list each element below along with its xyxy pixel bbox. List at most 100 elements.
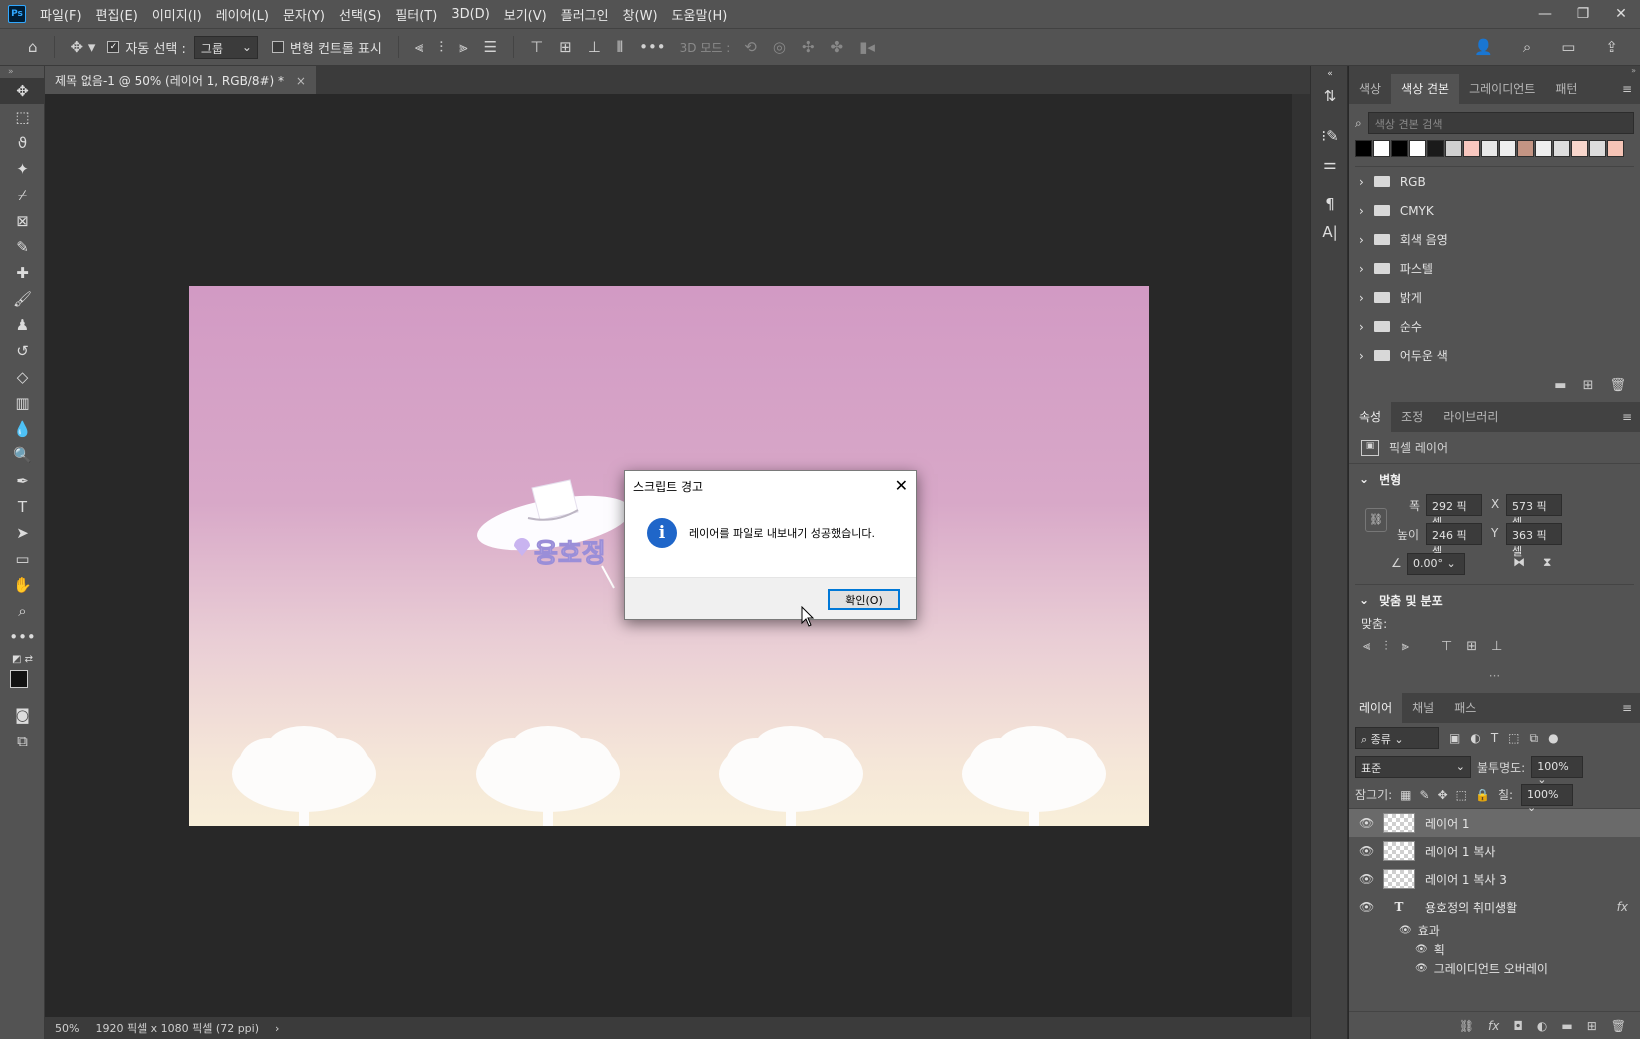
path-selection-tool-icon[interactable]: ➤	[0, 520, 45, 546]
visibility-eye-icon[interactable]: 👁	[1359, 844, 1374, 858]
link-layers-icon[interactable]: ⛓	[1459, 1019, 1474, 1033]
menu-edit[interactable]: 편집(E)	[89, 5, 145, 24]
brush-tool-icon[interactable]: 🖌	[0, 286, 45, 312]
tab-layers[interactable]: 레이어	[1349, 693, 1403, 723]
color-swatch[interactable]	[1445, 140, 1462, 157]
panel-menu-icon[interactable]: ≡	[1622, 82, 1632, 96]
more-options-icon[interactable]: •••	[639, 38, 666, 56]
minimize-icon[interactable]: —	[1526, 6, 1564, 22]
more-options-icon[interactable]: ···	[1349, 665, 1640, 693]
transform-controls-checkbox[interactable]	[271, 41, 284, 53]
align-section-header[interactable]: ⌄ 맞춤 및 분포	[1349, 585, 1640, 615]
add-mask-icon[interactable]: ◘	[1513, 1019, 1523, 1033]
color-swatch[interactable]	[1427, 140, 1444, 157]
text-layer-row[interactable]: 👁 T 용호정의 취미생활 fx	[1349, 893, 1640, 921]
align-middle-icon[interactable]: ⊞	[559, 38, 572, 56]
color-swatch[interactable]	[1553, 140, 1570, 157]
share-icon[interactable]: ⇪	[1605, 38, 1618, 56]
flip-horizontal-icon[interactable]: ⧓	[1513, 555, 1525, 569]
zoom-tool-icon[interactable]: ⌕	[0, 598, 45, 624]
default-colors-icon[interactable]: ◩ ⇄	[0, 650, 45, 668]
swatch-folder[interactable]: › 밝게	[1349, 283, 1640, 312]
foreground-color-swatch[interactable]	[10, 670, 28, 688]
panel-menu-icon[interactable]: ≡	[1622, 701, 1632, 715]
camera-3d-icon[interactable]: ▮◂	[859, 38, 875, 56]
color-picker[interactable]	[0, 668, 44, 702]
screen-mode-icon[interactable]: ⧉	[0, 728, 45, 754]
visibility-eye-icon[interactable]: 👁	[1415, 944, 1428, 955]
auto-select-checkbox[interactable]: ✓	[107, 41, 120, 53]
angle-field[interactable]: 0.00° ⌄	[1407, 553, 1465, 575]
blend-mode-dropdown[interactable]: 표준 ⌄	[1355, 756, 1471, 778]
align-bottom-icon[interactable]: ⊥	[588, 38, 601, 56]
type-tool-icon[interactable]: T	[0, 494, 45, 520]
new-group-icon[interactable]: ▬	[1554, 378, 1566, 393]
delete-layer-icon[interactable]: 🗑	[1611, 1019, 1626, 1033]
magic-wand-tool-icon[interactable]: ✦	[0, 156, 45, 182]
align-bottom-icon[interactable]: ⊥	[1491, 639, 1502, 665]
y-field[interactable]: 363 픽셀	[1506, 523, 1562, 558]
menu-plugins[interactable]: 플러그인	[554, 5, 616, 24]
swatch-folder[interactable]: › 어두운 색	[1349, 341, 1640, 370]
menu-image[interactable]: 이미지(I)	[145, 5, 209, 24]
lasso-tool-icon[interactable]: ϑ	[0, 130, 45, 156]
swatch-folder[interactable]: › 회색 음영	[1349, 225, 1640, 254]
dodge-tool-icon[interactable]: 🔍	[0, 442, 45, 468]
menu-filter[interactable]: 필터(T)	[388, 5, 444, 24]
maximize-icon[interactable]: ❐	[1564, 6, 1602, 22]
effect-item[interactable]: 👁 획	[1349, 940, 1640, 959]
add-style-icon[interactable]: fx	[1488, 1019, 1499, 1033]
adjustments-icon[interactable]: ⚌	[1311, 150, 1349, 178]
color-swatch[interactable]	[1373, 140, 1390, 157]
lock-pixels-icon[interactable]: ✎	[1420, 788, 1430, 802]
home-icon[interactable]: ⌂	[28, 38, 38, 56]
delete-icon[interactable]: 🗑	[1609, 378, 1626, 393]
brush-settings-icon[interactable]: ⁝✎	[1311, 122, 1349, 150]
color-swatch[interactable]	[1355, 140, 1372, 157]
lock-all-icon[interactable]: 🔒	[1475, 788, 1490, 802]
color-swatch[interactable]	[1607, 140, 1624, 157]
filter-pixel-icon[interactable]: ▣	[1449, 731, 1460, 745]
new-group-icon[interactable]: ▬	[1561, 1019, 1572, 1033]
visibility-eye-icon[interactable]: 👁	[1359, 872, 1374, 886]
transform-section-header[interactable]: ⌄ 변형	[1349, 464, 1640, 494]
tab-properties[interactable]: 속성	[1349, 402, 1392, 432]
filter-shape-icon[interactable]: ⬚	[1508, 731, 1519, 745]
document-tab[interactable]: 제목 없음-1 @ 50% (레이어 1, RGB/8#) * ×	[45, 66, 316, 94]
menu-3d[interactable]: 3D(D)	[444, 7, 496, 22]
hand-tool-icon[interactable]: ✋	[0, 572, 45, 598]
align-center-icon[interactable]: ⫶	[439, 38, 443, 56]
menu-layer[interactable]: 레이어(L)	[209, 5, 276, 24]
menu-window[interactable]: 창(W)	[616, 5, 665, 24]
color-swatch[interactable]	[1571, 140, 1588, 157]
fill-field[interactable]: 100% ⌄	[1521, 783, 1574, 814]
menu-view[interactable]: 보기(V)	[497, 5, 554, 24]
rectangle-tool-icon[interactable]: ▭	[0, 546, 45, 572]
align-top-icon[interactable]: ⊤	[1441, 639, 1452, 665]
collapse-icon[interactable]: »	[1349, 66, 1640, 75]
visibility-eye-icon[interactable]: 👁	[1359, 816, 1374, 830]
pan-3d-icon[interactable]: ✣	[802, 38, 815, 56]
swatch-folder[interactable]: › RGB	[1349, 167, 1640, 196]
menu-type[interactable]: 문자(Y)	[276, 5, 332, 24]
filter-toggle-icon[interactable]: ●	[1548, 731, 1558, 745]
blur-tool-icon[interactable]: 💧	[0, 416, 45, 442]
filter-type-icon[interactable]: T	[1491, 731, 1498, 745]
align-left-icon[interactable]: ⫷	[415, 38, 423, 56]
new-layer-icon[interactable]: ⊞	[1587, 1019, 1597, 1033]
height-field[interactable]: 246 픽셀	[1426, 523, 1482, 558]
visibility-eye-icon[interactable]: 👁	[1415, 963, 1428, 974]
menu-file[interactable]: 파일(F)	[33, 5, 89, 24]
tab-paths[interactable]: 패스	[1444, 693, 1486, 723]
share-user-icon[interactable]: 👤	[1474, 38, 1493, 56]
crop-tool-icon[interactable]: ⌿	[0, 182, 45, 208]
expand-panels-icon[interactable]: «	[1311, 66, 1349, 82]
effect-item[interactable]: 👁 그레이디언트 오버레이	[1349, 959, 1640, 978]
layer-filter-dropdown[interactable]: ⌕ 종류 ⌄	[1355, 727, 1439, 749]
color-swatch[interactable]	[1409, 140, 1426, 157]
menu-select[interactable]: 선택(S)	[332, 5, 388, 24]
layer-row[interactable]: 👁 레이어 1	[1349, 809, 1640, 837]
collapse-icon[interactable]: »	[0, 66, 45, 78]
lock-artboard-icon[interactable]: ⬚	[1456, 788, 1467, 802]
fx-badge[interactable]: fx	[1617, 900, 1628, 914]
